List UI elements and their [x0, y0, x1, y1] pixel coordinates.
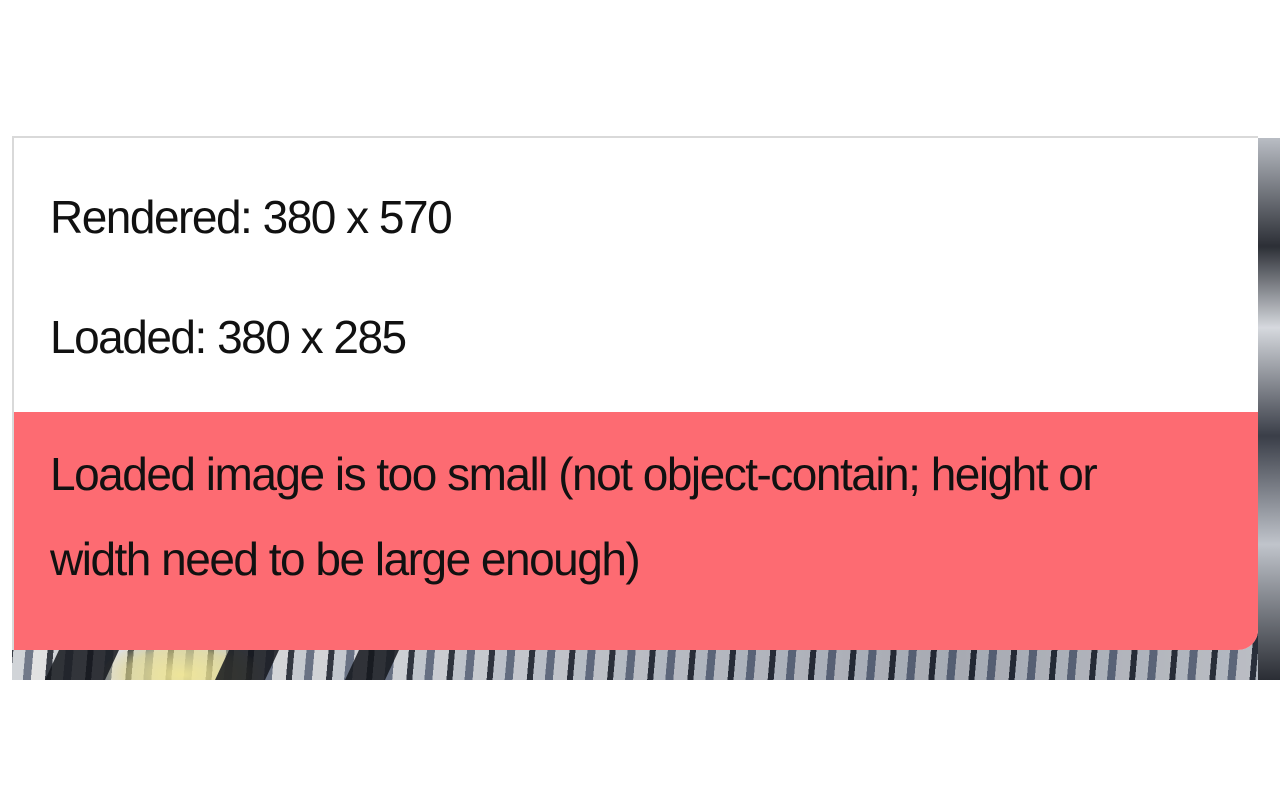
rendered-label: Rendered:	[50, 191, 253, 243]
loaded-label: Loaded:	[50, 311, 207, 363]
loaded-value: 380 x 285	[217, 311, 407, 363]
warning-message: Loaded image is too small (not object-co…	[50, 448, 1098, 585]
image-debug-overlay: Rendered: 380 x 570 Loaded: 380 x 285 Lo…	[12, 136, 1258, 650]
rendered-size-line: Rendered: 380 x 570	[50, 190, 453, 244]
page: Rendered: 380 x 570 Loaded: 380 x 285 Lo…	[0, 0, 1280, 800]
warning-banner: Loaded image is too small (not object-co…	[14, 412, 1258, 650]
loaded-size-line: Loaded: 380 x 285	[50, 310, 407, 364]
photo-detail	[345, 650, 399, 680]
photo-edge	[1258, 138, 1280, 680]
rendered-value: 380 x 570	[262, 191, 453, 243]
